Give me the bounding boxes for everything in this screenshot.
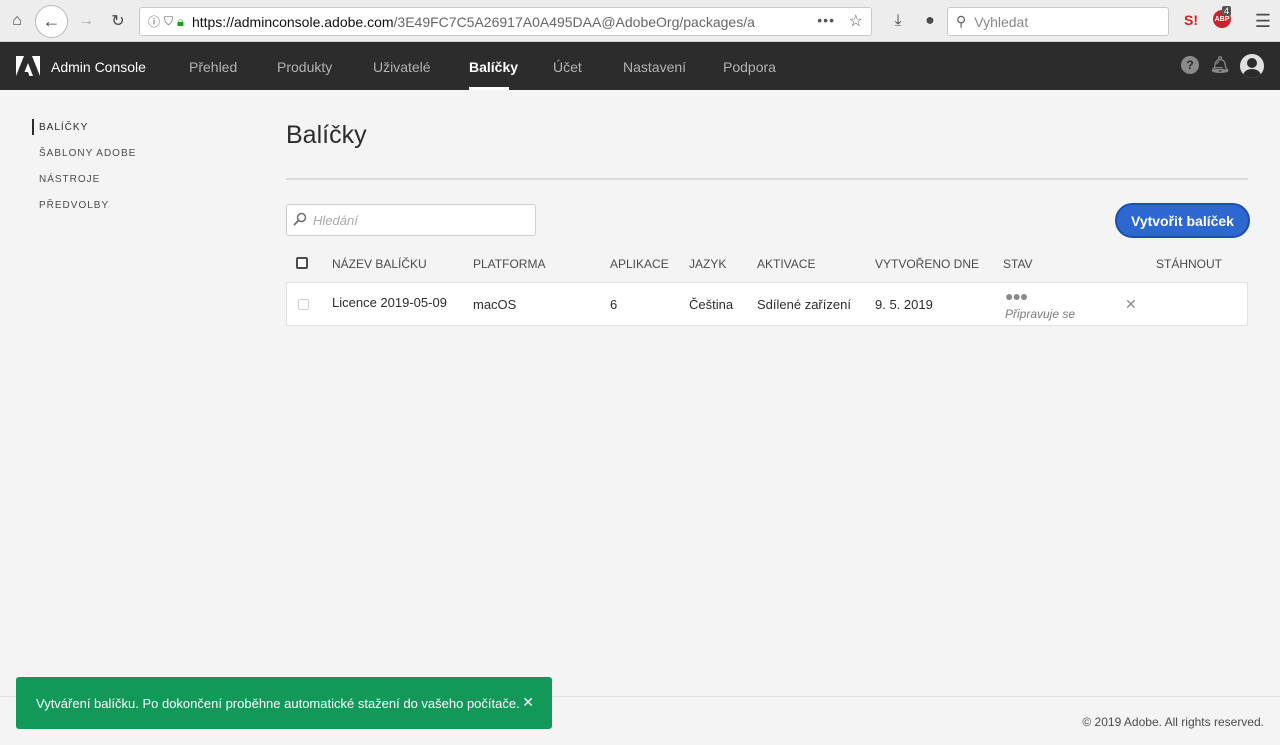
status-text: Připravuje se: [1005, 307, 1076, 321]
sidebar-item-predvolby[interactable]: PŘEDVOLBY: [39, 200, 109, 211]
avatar[interactable]: [1240, 54, 1264, 78]
create-package-button[interactable]: Vytvořit balíček: [1115, 203, 1250, 238]
apps-cell: 6: [610, 297, 618, 312]
toast-notification: Vytváření balíčku. Po dokončení proběhne…: [16, 677, 552, 729]
cancel-icon[interactable]: ✕: [1125, 296, 1137, 313]
active-nav-indicator: [469, 87, 509, 90]
nav-balicky[interactable]: Balíčky: [469, 59, 518, 75]
sidebar-active-marker: [32, 119, 34, 135]
forward-button[interactable]: →: [72, 7, 100, 35]
progress-dots-icon: ●●●: [1005, 288, 1028, 304]
language-cell: Čeština: [689, 297, 734, 312]
toast-message: Vytváření balíčku. Po dokončení proběhne…: [36, 695, 520, 711]
activation-cell: Sdílené zařízení: [757, 297, 851, 312]
page-actions-icon[interactable]: •••: [817, 12, 835, 28]
nav-prehled[interactable]: Přehled: [189, 59, 237, 75]
home-icon[interactable]: ⌂: [3, 7, 31, 35]
column-header-apps[interactable]: APLIKACE: [610, 257, 669, 271]
copyright: © 2019 Adobe. All rights reserved.: [1082, 715, 1264, 729]
close-icon[interactable]: ✕: [522, 694, 534, 711]
column-header-name[interactable]: NÁZEV BALÍČKU: [332, 257, 427, 271]
nav-uzivatele[interactable]: Uživatelé: [373, 59, 431, 75]
created-date-cell: 9. 5. 2019: [875, 297, 933, 312]
url-text: https://adminconsole.adobe.com/3E49FC7C5…: [191, 13, 755, 30]
app-title[interactable]: Admin Console: [51, 59, 146, 75]
sidebar-item-nastroje[interactable]: NÁSTROJE: [39, 174, 100, 185]
row-checkbox[interactable]: [298, 299, 309, 310]
bell-icon[interactable]: 🔔︎: [1210, 56, 1230, 74]
info-icon[interactable]: ⓘ: [148, 13, 160, 30]
search-icon: [293, 212, 307, 226]
nav-nastaveni[interactable]: Nastavení: [623, 59, 686, 75]
table-row[interactable]: Licence 2019-05-09 macOS 6 Čeština Sdíle…: [286, 282, 1248, 326]
column-header-activation[interactable]: AKTIVACE: [757, 257, 815, 271]
shield-icon[interactable]: ⛉: [164, 14, 173, 29]
bookmark-star-icon[interactable]: ☆: [849, 11, 863, 31]
browser-search-box[interactable]: ⚲ Vyhledat: [947, 7, 1169, 36]
select-all-checkbox[interactable]: [296, 257, 308, 269]
column-header-created[interactable]: VYTVOŘENO DNE: [875, 257, 979, 271]
search-input[interactable]: [286, 204, 536, 236]
user-icon: [1243, 58, 1261, 78]
nav-ucet[interactable]: Účet: [553, 59, 582, 75]
hamburger-menu-icon[interactable]: ☰: [1249, 7, 1277, 35]
s-extension-icon[interactable]: S!: [1184, 12, 1198, 28]
lock-icon: 🔒︎: [177, 13, 184, 29]
back-button[interactable]: ←: [35, 5, 68, 38]
column-header-download: STÁHNOUT: [1156, 257, 1222, 271]
extension-icon[interactable]: ●: [916, 7, 944, 35]
url-bar[interactable]: ⓘ ⛉ 🔒︎ https://adminconsole.adobe.com/3E…: [139, 7, 872, 36]
browser-toolbar: ⌂ ← → ↻ ⓘ ⛉ 🔒︎ https://adminconsole.adob…: [0, 0, 1280, 42]
title-divider: [286, 178, 1248, 180]
help-icon[interactable]: ?: [1181, 56, 1199, 74]
reload-icon[interactable]: ↻: [104, 7, 132, 35]
package-name-cell[interactable]: Licence 2019-05-09: [332, 295, 447, 310]
browser-search-placeholder: Vyhledat: [974, 13, 1029, 30]
column-header-language[interactable]: JAZYK: [689, 257, 726, 271]
app-header: Admin Console Přehled Produkty Uživatelé…: [0, 42, 1280, 90]
sidebar-item-balicky[interactable]: BALÍČKY: [39, 122, 88, 133]
search-icon: ⚲: [956, 13, 967, 29]
column-header-status[interactable]: STAV: [1003, 257, 1033, 271]
platform-cell: macOS: [473, 297, 517, 312]
column-header-platform[interactable]: PLATFORMA: [473, 257, 545, 271]
download-icon[interactable]: ⤓: [884, 7, 912, 35]
adblock-badge: 4: [1222, 6, 1232, 16]
nav-podpora[interactable]: Podpora: [723, 59, 776, 75]
page-title: Balíčky: [286, 121, 367, 149]
adobe-logo-icon[interactable]: [16, 56, 40, 76]
nav-produkty[interactable]: Produkty: [277, 59, 332, 75]
sidebar-item-sablony-adobe[interactable]: ŠABLONY ADOBE: [39, 148, 136, 159]
